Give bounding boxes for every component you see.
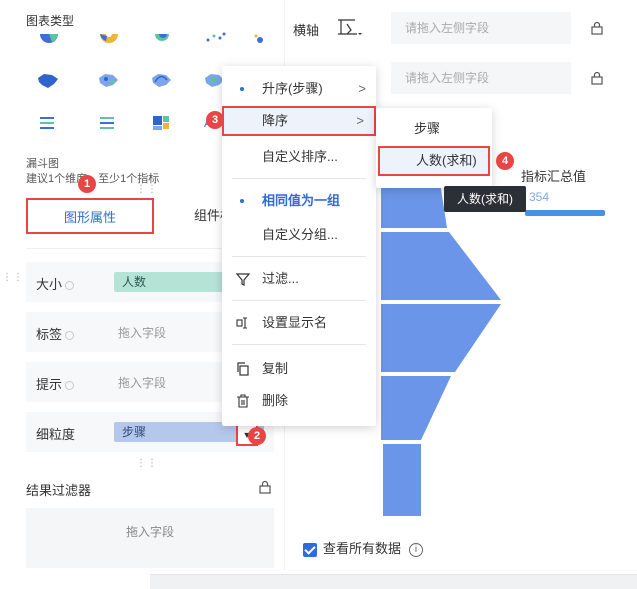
- prop-size-label: 大小: [36, 274, 75, 293]
- menu-sort-ascending[interactable]: 升序(步骤) >: [222, 74, 376, 104]
- submenu-sort-by-step[interactable]: 步骤: [376, 114, 492, 144]
- sort-descending-submenu: 步骤 人数(求和): [376, 108, 492, 188]
- chevron-right-icon: >: [358, 81, 366, 96]
- funnel-segment-5[interactable]: [383, 444, 421, 516]
- step-badge-1: 1: [78, 175, 96, 193]
- chart-type-title: 图表类型: [26, 14, 75, 28]
- info-icon: [65, 381, 75, 391]
- step-badge-4: 4: [496, 152, 514, 170]
- scatter-chart-icon[interactable]: [200, 30, 230, 52]
- map-flow-icon[interactable]: [147, 70, 177, 92]
- tooltip: 人数(求和): [444, 186, 526, 212]
- map-region-icon[interactable]: [34, 70, 64, 92]
- copy-icon: [237, 362, 249, 376]
- info-icon: [65, 331, 75, 341]
- table-chart-icon[interactable]: [34, 112, 64, 134]
- bottom-toolbar: [150, 574, 637, 589]
- prop-tooltip-label: 提示: [36, 374, 75, 393]
- tooltip-drop-field[interactable]: 拖入字段: [118, 374, 166, 391]
- view-all-data-row[interactable]: 查看所有数据 i: [303, 538, 424, 557]
- view-all-data-checkbox[interactable]: [303, 542, 317, 557]
- map-point-icon[interactable]: [94, 70, 124, 92]
- lock-icon[interactable]: [258, 480, 272, 494]
- menu-filter[interactable]: 过滤...: [222, 264, 376, 294]
- menu-sort-descending[interactable]: 降序 >: [222, 106, 376, 136]
- treemap-icon[interactable]: [147, 112, 177, 134]
- size-field-name: 人数: [122, 275, 147, 289]
- field-context-menu: 升序(步骤) > 降序 > 自定义排序... 相同值为一组 自定义分组... 过…: [222, 66, 376, 426]
- menu-separator: [232, 300, 366, 301]
- menu-delete[interactable]: 删除: [222, 386, 376, 416]
- menu-separator: [232, 344, 366, 345]
- summary-value-label: 指标汇总值: [521, 169, 587, 184]
- funnel-chart-name: 漏斗图: [26, 158, 59, 170]
- info-icon: [65, 281, 75, 291]
- bubble-chart-icon[interactable]: [250, 30, 280, 52]
- menu-set-display-name[interactable]: 设置显示名: [222, 308, 376, 338]
- funnel-segment-3[interactable]: [381, 304, 501, 372]
- pie-chart-icon[interactable]: [34, 30, 64, 52]
- granularity-field-name: 步骤: [122, 425, 147, 439]
- filter-icon: [236, 273, 250, 286]
- result-filter-title: 结果过滤器: [26, 483, 92, 498]
- prop-label-label: 标签: [36, 324, 75, 343]
- menu-group-same-values[interactable]: 相同值为一组: [222, 186, 376, 216]
- info-icon[interactable]: i: [409, 542, 424, 557]
- summary-bar: [525, 210, 605, 216]
- donut-chart-icon[interactable]: [94, 30, 124, 52]
- summary-value: 354: [529, 190, 550, 204]
- rename-icon: [236, 317, 247, 329]
- result-filter-drop-field[interactable]: 拖入字段: [26, 508, 274, 568]
- menu-copy[interactable]: 复制: [222, 354, 376, 384]
- menu-separator: [232, 256, 366, 257]
- tab-graphic-properties[interactable]: 图形属性: [26, 198, 154, 234]
- funnel-segment-4[interactable]: [381, 376, 451, 440]
- label-drop-field[interactable]: 拖入字段: [118, 324, 166, 341]
- step-badge-3: 3: [206, 111, 224, 129]
- menu-custom-group[interactable]: 自定义分组...: [222, 220, 376, 250]
- funnel-segment-2[interactable]: [381, 232, 501, 300]
- chevron-right-icon: >: [356, 113, 364, 128]
- prop-granularity-label: 细粒度: [36, 427, 76, 442]
- resize-grip[interactable]: ⋮⋮: [136, 184, 158, 195]
- panel-drag-handle[interactable]: ⋮⋮: [2, 272, 24, 283]
- menu-separator: [232, 178, 366, 179]
- cross-table-icon[interactable]: [94, 112, 124, 134]
- step-badge-2: 2: [248, 427, 266, 445]
- rose-chart-icon[interactable]: [147, 30, 177, 52]
- selected-dot-icon: [240, 199, 244, 203]
- selected-dot-icon: [240, 87, 244, 91]
- view-all-data-label: 查看所有数据: [323, 541, 402, 556]
- resize-grip[interactable]: ⋮⋮: [136, 458, 158, 469]
- menu-custom-sort[interactable]: 自定义排序...: [222, 142, 376, 172]
- submenu-sort-by-people-sum[interactable]: 人数(求和): [378, 146, 490, 176]
- delete-icon: [237, 394, 249, 408]
